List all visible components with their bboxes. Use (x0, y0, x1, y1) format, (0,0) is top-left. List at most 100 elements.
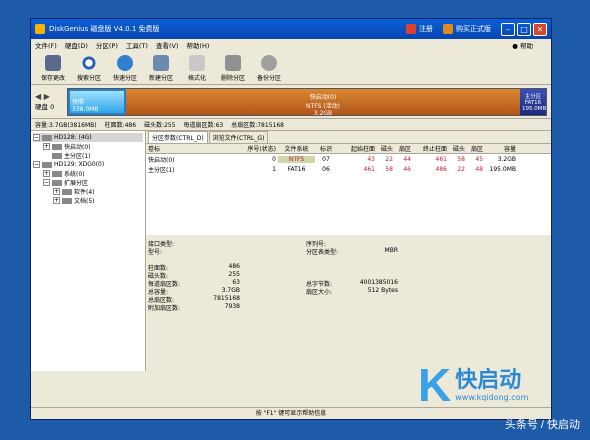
table-cell: FAT16 (287, 165, 306, 173)
drive-icon (62, 197, 72, 204)
table-cell: 快启动(0) (148, 156, 175, 164)
table-cell: 0 (272, 155, 276, 163)
buy-button[interactable]: 购买正式版 (443, 24, 491, 34)
tree-node[interactable]: + 系统(0) (33, 169, 143, 178)
app-window: DiskGenius 磁盘版 V4.0.1 免费版 注册 购买正式版 – □ ✕… (30, 18, 552, 420)
new-partition-button[interactable]: 新建分区 (143, 55, 179, 82)
table-cell: 44 (403, 155, 411, 163)
partition-seg-kqd[interactable]: 快启动(0) NTFS (活动) 3.2GB (126, 88, 520, 117)
column-header[interactable]: 磁头 (449, 144, 467, 153)
register-button[interactable]: 注册 (406, 24, 433, 34)
disk-icon (117, 55, 133, 71)
tab-partition-params[interactable]: 分区参数(CTRL_D) (148, 131, 208, 143)
table-cell: 06 (322, 165, 330, 173)
tree-expander-icon[interactable]: − (33, 161, 40, 168)
column-header[interactable]: 文件系统 (278, 144, 315, 153)
table-cell: 195.0MB (489, 165, 516, 173)
tree-expander-icon[interactable]: + (43, 170, 50, 177)
minimize-button[interactable]: – (501, 22, 515, 36)
menu-bar: 文件(F) 硬盘(D) 分区(P) 工具(T) 查看(V) 帮助(H) ● 帮助 (31, 39, 551, 51)
column-header[interactable]: 起始柱面 (337, 144, 377, 153)
table-cell: 486 (435, 165, 447, 173)
column-header[interactable]: 卷标 (146, 144, 240, 153)
menu-help[interactable]: 帮助(H) (186, 40, 209, 50)
trash-icon (225, 55, 241, 71)
close-button[interactable]: ✕ (533, 22, 547, 36)
column-header[interactable]: 扇区 (395, 144, 413, 153)
column-header[interactable]: 磁头 (377, 144, 395, 153)
tree-node[interactable]: 主分区(1) (33, 151, 143, 160)
maximize-button[interactable]: □ (517, 22, 531, 36)
table-cell: 主分区(1) (148, 166, 175, 174)
tree-node-label: 文档(5) (74, 198, 95, 205)
tree-node[interactable]: + 文档(5) (33, 196, 143, 205)
table-cell: 46 (403, 165, 411, 173)
tab-browse-files[interactable]: 浏览文件(CTRL_G) (208, 131, 269, 143)
delete-partition-button[interactable]: 删除分区 (215, 55, 251, 82)
tree-node-label: 系统(0) (64, 171, 85, 178)
column-header[interactable]: 序号(状态) (240, 144, 278, 153)
new-partition-icon (153, 55, 169, 71)
help-link[interactable]: ● 帮助 (512, 40, 541, 50)
drive-icon (62, 188, 72, 195)
tree-node[interactable]: + 软件(4) (33, 187, 143, 196)
detail-value: 7938 (224, 303, 240, 310)
tree-node-label: 主分区(1) (64, 153, 91, 160)
disk-map: ◀ ▶ 硬盘 0 快照 338.0MB 快启动(0) NTFS (活动) 3.2… (31, 85, 551, 119)
column-header[interactable]: 标识 (315, 144, 337, 153)
partition-seg-snapshot[interactable]: 快照 338.0MB (68, 88, 126, 115)
column-header[interactable]: 终止柱面 (413, 144, 449, 153)
column-header[interactable]: 容量 (485, 144, 518, 153)
watermark-logo: K 快启动 www.kqidong.com (418, 359, 529, 411)
tree-expander-icon[interactable]: − (33, 134, 40, 141)
detail-label: 附加扇区数: (148, 305, 181, 312)
register-icon (406, 24, 416, 34)
tree-node[interactable]: − HD129: XDG0(0) (33, 160, 143, 169)
tree-expander-icon[interactable]: + (53, 197, 60, 204)
menu-disk[interactable]: 硬盘(D) (65, 40, 88, 50)
quick-partition-button[interactable]: 快速分区 (107, 55, 143, 82)
partition-seg-primary[interactable]: 主分区 FAT16 195.0MB (520, 88, 546, 115)
tree-expander-icon[interactable]: + (53, 188, 60, 195)
table-cell: 58 (385, 165, 393, 173)
disk-label: 硬盘 0 (35, 103, 55, 111)
window-title: DiskGenius 磁盘版 V4.0.1 免费版 (49, 25, 160, 33)
detail-row: 扇区大小: 512 Bytes (306, 287, 398, 296)
app-logo-icon (35, 24, 45, 34)
save-changes-button[interactable]: 保存更改 (35, 55, 71, 82)
table-row[interactable]: 主分区(1) 1 FAT16 06 461 58 46 486 22 48 195.0MB (146, 164, 551, 174)
menu-view[interactable]: 查看(V) (156, 40, 179, 50)
table-cell: NTFS (278, 155, 315, 163)
tree-node[interactable]: + 快启动(0) (33, 142, 143, 151)
next-disk-icon[interactable]: ▶ (44, 92, 50, 101)
title-bar: DiskGenius 磁盘版 V4.0.1 免费版 注册 购买正式版 – □ ✕ (31, 19, 551, 39)
cart-icon (443, 24, 453, 34)
menu-file[interactable]: 文件(F) (35, 40, 57, 50)
partition-table: 卷标 序号(状态) 文件系统 标识 起始柱面 磁头 扇区 终止柱面 磁头 扇区 容量 快启动(0) 0… (146, 143, 551, 235)
table-cell: 22 (385, 155, 393, 163)
disk-tree: − HD128: (4G) + 快启动(0) 主分区(1) − HD129: XDG0(0)… (31, 131, 146, 371)
menu-partition[interactable]: 分区(P) (96, 40, 118, 50)
tree-node[interactable]: − 扩展分区 (33, 178, 143, 187)
backup-partition-button[interactable]: 备份分区 (251, 55, 287, 82)
disk-details: 接口类型: 型号: 序列号: 分区表类型: MBR 柱面数: 486 磁头数: 255 每… (146, 235, 551, 371)
menu-tools[interactable]: 工具(T) (126, 40, 148, 50)
tree-node[interactable]: − HD128: (4G) (33, 133, 143, 142)
drive-icon (42, 134, 52, 141)
tree-expander-icon[interactable]: + (43, 143, 50, 150)
drive-icon (52, 170, 62, 177)
table-row[interactable]: 快启动(0) 0 NTFS 07 43 22 44 461 58 45 3.2GB (146, 154, 551, 164)
table-cell: 3.2GB (497, 155, 516, 163)
save-icon (45, 55, 61, 71)
table-cell: 461 (435, 155, 447, 163)
tree-node-label: 扩展分区 (64, 180, 89, 187)
format-button[interactable]: 格式化 (179, 55, 215, 82)
column-header[interactable]: 扇区 (467, 144, 485, 153)
toutiao-watermark: 头条号 / 快启动 (504, 419, 580, 431)
detail-row: 附加扇区数: 7938 (148, 303, 240, 312)
tree-expander-icon[interactable]: − (43, 179, 50, 186)
prev-disk-icon[interactable]: ◀ (35, 92, 41, 101)
table-cell: 22 (457, 165, 465, 173)
table-header: 卷标 序号(状态) 文件系统 标识 起始柱面 磁头 扇区 终止柱面 磁头 扇区 容量 (146, 144, 551, 154)
search-partition-button[interactable]: 搜索分区 (71, 55, 107, 82)
